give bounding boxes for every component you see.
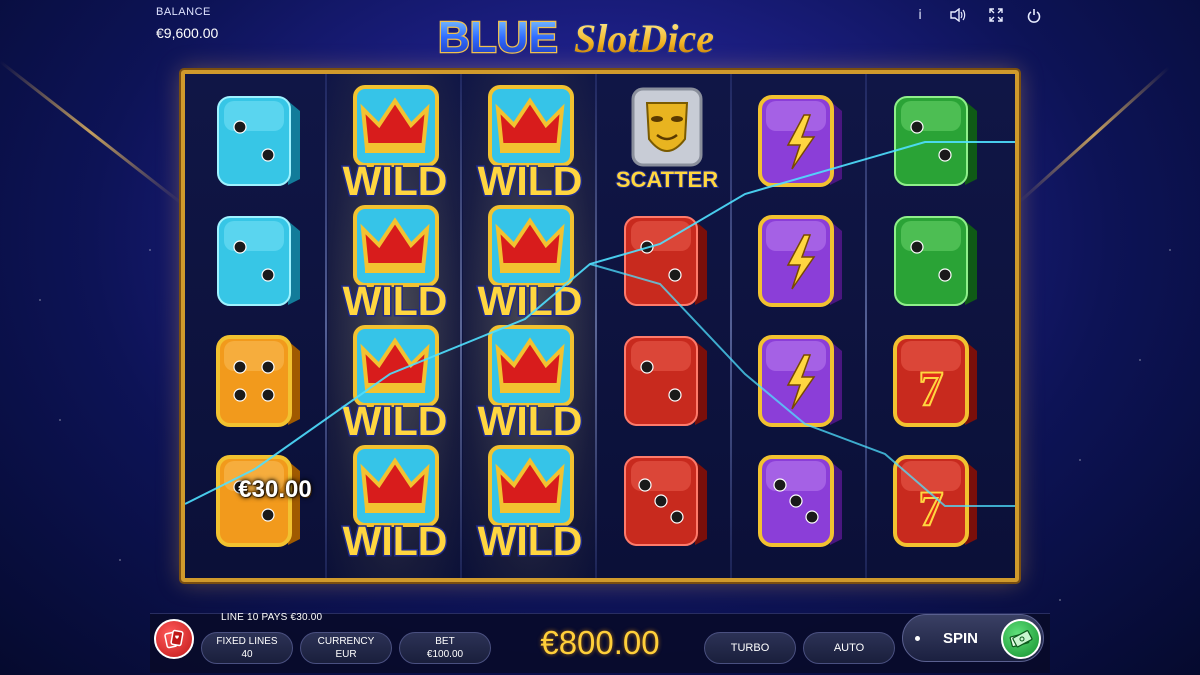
bet-label: BET — [435, 636, 455, 647]
reel-separator — [325, 74, 327, 578]
wild-icon: WILD — [476, 85, 584, 206]
symbol-orange-die-4 — [191, 322, 325, 442]
light-beam-right — [1018, 66, 1170, 203]
wild-icon: WILD — [476, 205, 584, 326]
symbol-red-seven: 7 — [868, 322, 1002, 442]
scatter-label: SCATTER — [616, 167, 718, 192]
symbol-cyan-die-2 — [191, 82, 325, 202]
symbol-wild: WILD — [328, 202, 462, 326]
bet-selector[interactable]: BET €100.00 — [399, 632, 491, 664]
purple-bolt-icon — [758, 335, 842, 427]
symbol-wild: WILD — [328, 322, 462, 446]
symbol-green-die-2 — [868, 82, 1002, 202]
svg-text:7: 7 — [919, 360, 944, 416]
wild-icon: WILD — [476, 325, 584, 446]
info-icon[interactable]: i — [912, 6, 928, 24]
currency-value: EUR — [335, 649, 357, 660]
symbol-wild: WILD — [328, 442, 462, 566]
red-die-3-icon — [624, 456, 707, 546]
wild-icon: WILD — [341, 205, 449, 326]
wild-label: WILD — [478, 158, 583, 204]
wild-label: WILD — [343, 158, 448, 204]
cards-icon — [164, 629, 184, 649]
game-logo: BLUE SlotDice — [437, 12, 715, 64]
total-stake: €800.00 — [540, 624, 660, 661]
symbol-wild: WILD — [463, 202, 597, 326]
fixed-lines-label: FIXED LINES — [216, 636, 278, 647]
power-icon[interactable] — [1026, 6, 1042, 24]
symbol-purple-bolt — [733, 322, 867, 442]
symbol-red-die-3 — [598, 442, 732, 562]
wild-label: WILD — [343, 518, 448, 564]
spin-indicator-dot — [915, 636, 920, 641]
wild-label: WILD — [478, 398, 583, 444]
balance-display: BALANCE €9,600.00 — [156, 6, 218, 41]
light-beam-left — [0, 60, 183, 205]
wild-label: WILD — [478, 518, 583, 564]
symbol-green-die-2 — [868, 202, 1002, 322]
symbol-cyan-die-2 — [191, 202, 325, 322]
wild-icon: WILD — [341, 325, 449, 446]
red-seven-icon: 7 — [893, 455, 977, 547]
scatter-icon: SCATTER — [615, 87, 719, 193]
red-die-2-icon — [624, 336, 707, 426]
turbo-label: TURBO — [730, 641, 770, 654]
purple-die-3-icon — [758, 455, 842, 547]
cyan-die-2-icon — [217, 216, 300, 306]
balance-value: €9,600.00 — [156, 25, 219, 41]
logo-word-blue: BLUE — [438, 13, 558, 62]
green-die-2-icon — [894, 216, 977, 306]
spin-button[interactable]: SPIN — [902, 614, 1044, 662]
purple-bolt-icon — [758, 215, 842, 307]
turbo-button[interactable]: TURBO — [704, 632, 796, 664]
currency-label: CURRENCY — [317, 636, 375, 647]
spin-label: SPIN — [943, 630, 979, 647]
symbol-wild: WILD — [328, 82, 462, 206]
power-symbol-icon — [1027, 8, 1041, 23]
wild-icon: WILD — [341, 445, 449, 566]
symbol-scatter: SCATTER — [598, 82, 732, 202]
fixed-lines-value: 40 — [241, 649, 253, 660]
cyan-die-2-icon — [217, 96, 300, 186]
bet-value: €100.00 — [426, 649, 464, 660]
wild-label: WILD — [478, 278, 583, 324]
balance-label: BALANCE — [156, 6, 211, 18]
sound-icon[interactable] — [950, 6, 966, 24]
info-glyph: i — [918, 7, 922, 23]
symbol-wild: WILD — [463, 442, 597, 566]
wild-label: WILD — [343, 278, 448, 324]
wild-label: WILD — [343, 398, 448, 444]
symbol-purple-die-3 — [733, 442, 867, 562]
orange-die-4-icon — [216, 335, 300, 427]
gamble-button[interactable] — [154, 619, 194, 659]
symbol-purple-bolt — [733, 202, 867, 322]
symbol-purple-bolt — [733, 82, 867, 202]
win-amount-label: €30.00 — [238, 476, 312, 503]
speaker-icon — [950, 8, 966, 22]
fullscreen-icon[interactable] — [988, 6, 1004, 24]
symbol-red-seven: 7 — [868, 442, 1002, 562]
reel-frame: WILD WILD WILD WILD WILD WILD WILD WILD SCATTER 7… — [181, 70, 1019, 582]
currency-selector[interactable]: CURRENCY EUR — [300, 632, 392, 664]
symbol-red-die-2 — [598, 202, 732, 322]
wild-icon: WILD — [341, 85, 449, 206]
logo-word-slotdice: SlotDice — [574, 16, 714, 61]
symbol-wild: WILD — [463, 322, 597, 446]
line-pays-message: LINE 10 PAYS €30.00 — [221, 612, 323, 623]
symbol-wild: WILD — [463, 82, 597, 206]
auto-label: AUTO — [833, 641, 865, 654]
fixed-lines-display: FIXED LINES 40 — [201, 632, 293, 664]
symbol-red-die-2 — [598, 322, 732, 442]
auto-button[interactable]: AUTO — [803, 632, 895, 664]
red-seven-icon: 7 — [893, 335, 977, 427]
top-controls: i — [912, 6, 1042, 24]
green-die-2-icon — [894, 96, 977, 186]
expand-icon — [989, 8, 1003, 22]
svg-text:7: 7 — [919, 480, 944, 536]
purple-bolt-icon — [758, 95, 842, 187]
red-die-2-icon — [624, 216, 707, 306]
wild-icon: WILD — [476, 445, 584, 566]
spin-circle[interactable] — [1001, 619, 1041, 659]
banknotes-icon — [1009, 630, 1033, 648]
